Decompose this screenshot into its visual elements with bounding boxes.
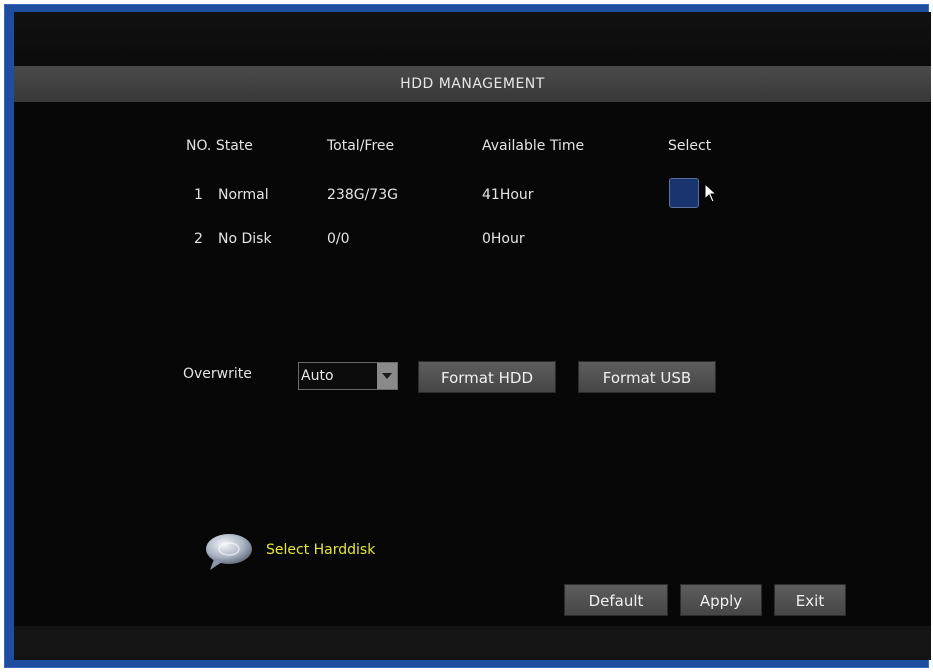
header-available-time: Available Time — [482, 138, 585, 154]
default-button[interactable]: Default — [564, 584, 668, 616]
speech-bubble-icon — [206, 534, 252, 570]
hint-text: Select Harddisk — [266, 542, 376, 558]
window-title: HDD MANAGEMENT — [14, 66, 931, 102]
format-usb-button[interactable]: Format USB — [578, 361, 716, 393]
overwrite-label: Overwrite — [183, 366, 252, 382]
format-hdd-button[interactable]: Format HDD — [418, 361, 556, 393]
chevron-down-icon[interactable] — [377, 363, 397, 389]
row2-total-free: 0/0 — [327, 231, 350, 247]
dvr-screen: HDD MANAGEMENT NO. State Total/Free Avai… — [14, 12, 931, 660]
mouse-cursor-icon — [704, 183, 718, 203]
exit-button[interactable]: Exit — [774, 584, 846, 616]
row1-select-checkbox[interactable] — [669, 178, 699, 208]
row1-state: Normal — [218, 187, 269, 203]
row2-no: 2 — [194, 231, 203, 247]
bottom-band — [14, 626, 931, 660]
apply-button[interactable]: Apply — [680, 584, 762, 616]
top-band — [14, 12, 931, 66]
overwrite-dropdown[interactable]: Auto — [298, 362, 398, 390]
header-no-state: NO. State — [186, 138, 253, 154]
header-total-free: Total/Free — [327, 138, 395, 154]
row2-state: No Disk — [218, 231, 272, 247]
row1-no: 1 — [194, 187, 203, 203]
overwrite-value: Auto — [301, 368, 334, 384]
row1-available-time: 41Hour — [482, 187, 534, 203]
header-select: Select — [668, 138, 712, 154]
row1-total-free: 238G/73G — [327, 187, 398, 203]
row2-available-time: 0Hour — [482, 231, 525, 247]
